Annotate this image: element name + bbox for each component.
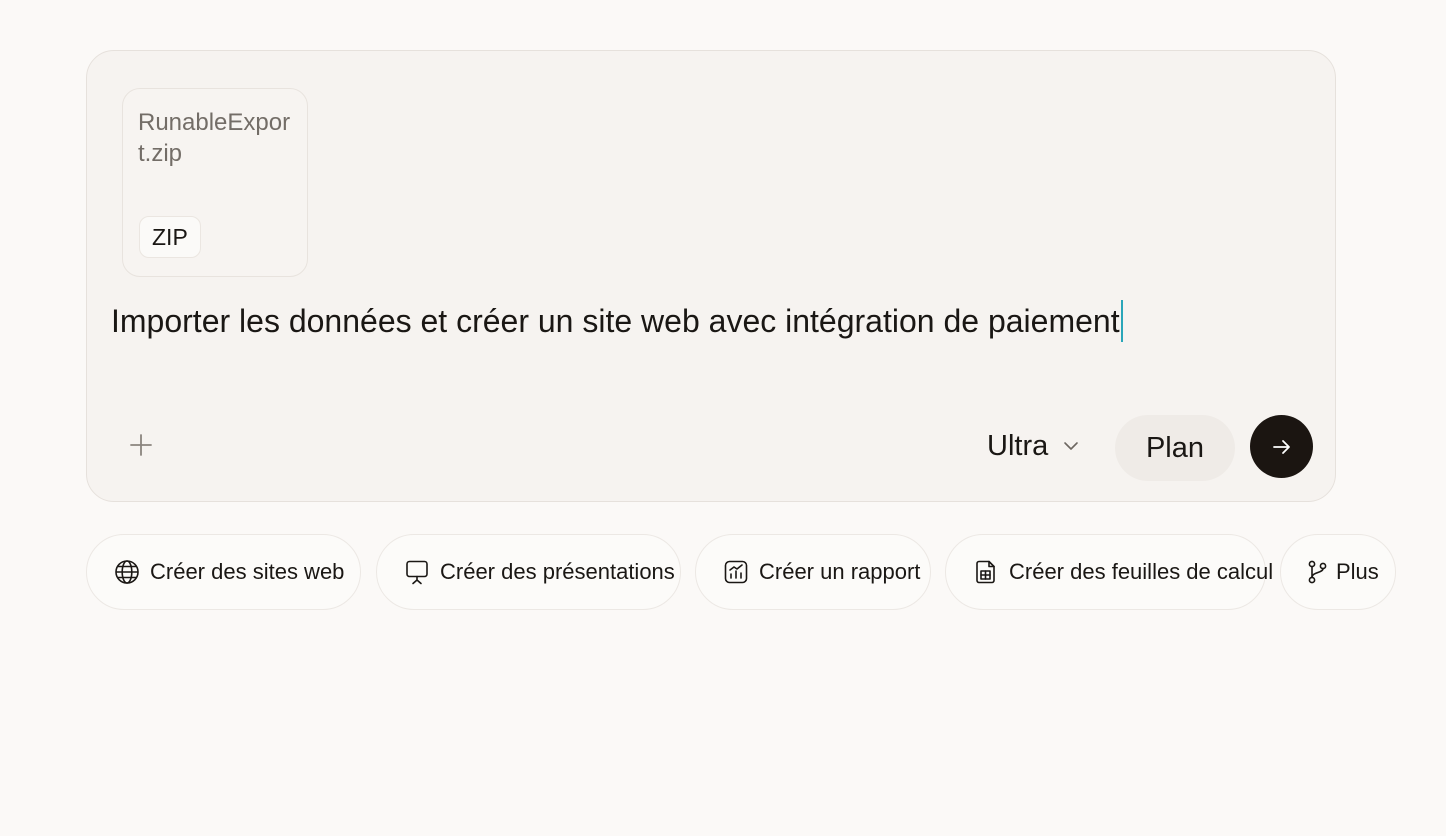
presentation-icon bbox=[404, 559, 430, 585]
add-attachment-button[interactable] bbox=[123, 427, 159, 463]
prompt-text: Importer les données et créer un site we… bbox=[111, 303, 1120, 339]
attachment-card[interactable]: RunableExport.zip ZIP bbox=[122, 88, 308, 277]
plus-icon bbox=[130, 434, 152, 456]
model-select[interactable]: Ultra bbox=[987, 423, 1080, 469]
spreadsheet-icon bbox=[973, 559, 999, 585]
suggestion-create-report[interactable]: Créer un rapport bbox=[695, 534, 931, 610]
attachment-file-name: RunableExport.zip bbox=[138, 109, 291, 167]
prompt-composer: RunableExport.zip ZIP Importer les donné… bbox=[86, 50, 1336, 502]
arrow-right-icon bbox=[1272, 439, 1290, 454]
suggestion-create-spreadsheets[interactable]: Créer des feuilles de calcul bbox=[945, 534, 1273, 610]
suggestion-label: Créer des présentations bbox=[440, 559, 675, 584]
globe-icon bbox=[114, 559, 140, 585]
suggestion-label: Créer des sites web bbox=[150, 559, 345, 584]
suggestion-create-websites[interactable]: Créer des sites web bbox=[86, 534, 361, 610]
suggestion-more[interactable]: Plus bbox=[1280, 534, 1396, 610]
suggestion-label: Créer des feuilles de calcul bbox=[1009, 559, 1274, 584]
git-branch-icon bbox=[1304, 559, 1330, 585]
model-select-label: Ultra bbox=[987, 429, 1049, 462]
plan-button[interactable]: Plan bbox=[1115, 415, 1235, 481]
suggestion-label: Plus bbox=[1336, 559, 1379, 584]
chevron-down-icon bbox=[1064, 442, 1079, 450]
suggestion-label: Créer un rapport bbox=[759, 559, 921, 584]
prompt-input[interactable]: Importer les données et créer un site we… bbox=[111, 300, 1123, 342]
send-button[interactable] bbox=[1250, 415, 1313, 478]
report-chart-icon bbox=[723, 559, 749, 585]
attachment-type-badge: ZIP bbox=[139, 216, 201, 258]
suggestion-create-presentations[interactable]: Créer des présentations bbox=[376, 534, 681, 610]
text-caret bbox=[1120, 300, 1123, 342]
